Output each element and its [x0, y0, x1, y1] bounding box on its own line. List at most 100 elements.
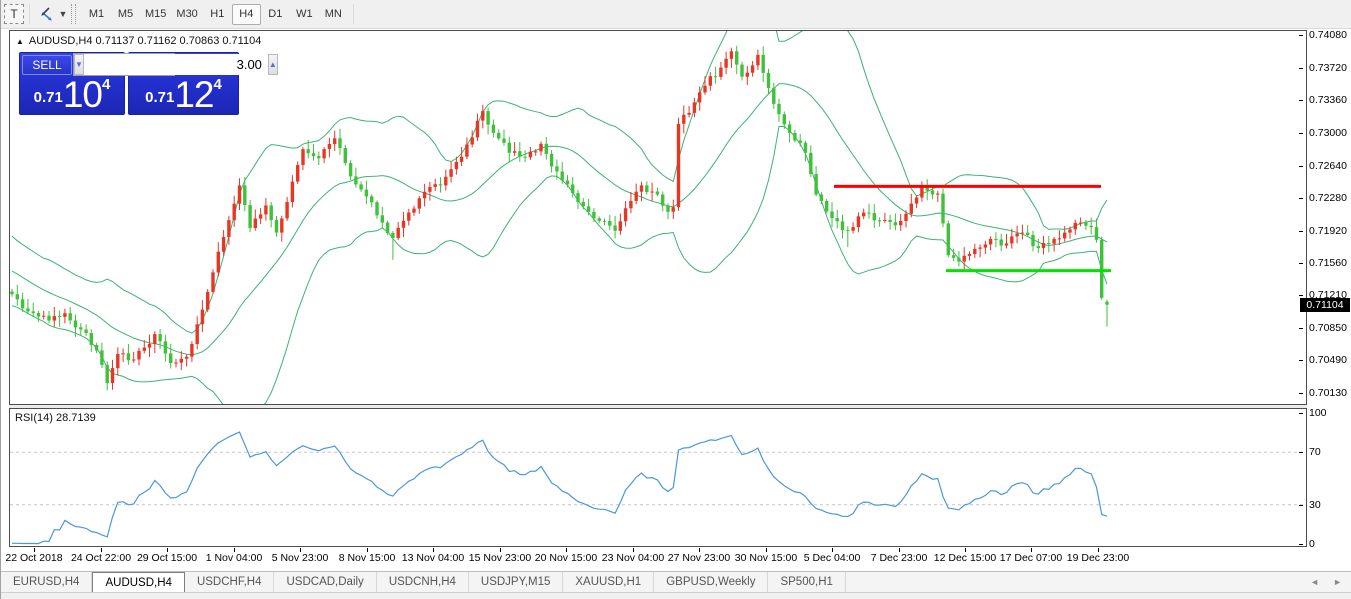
bid-price-prefix: 0.71	[34, 89, 63, 106]
volume-widget: ▼ ▲	[73, 53, 175, 76]
price-axis-label: 0.70850	[1304, 322, 1350, 334]
rsi-axis-label: 100	[1304, 407, 1350, 419]
time-axis-label: 27 Nov 23:00	[668, 552, 730, 564]
arrows-tool-icon[interactable]	[35, 4, 57, 24]
time-axis-label: 20 Nov 15:00	[535, 552, 597, 564]
time-axis-tick	[899, 548, 900, 552]
rsi-axis-tick	[1299, 413, 1303, 414]
tab-scroll-left-icon[interactable]: ◄	[1310, 577, 1319, 587]
chart-tab-usdcad[interactable]: USDCAD,Daily	[274, 572, 376, 592]
chart-tab-sp500[interactable]: SP500,H1	[768, 572, 845, 592]
time-axis-label: 17 Dec 07:00	[1000, 552, 1062, 564]
time-axis-tick	[566, 548, 567, 552]
rsi-axis-tick	[1299, 505, 1303, 506]
time-axis-label: 22 Oct 2018	[5, 552, 62, 564]
timeframe-button-h4[interactable]: H4	[232, 4, 261, 25]
chart-tab-usdcnh[interactable]: USDCNH,H4	[377, 572, 469, 592]
timeframe-button-d1[interactable]: D1	[261, 4, 290, 25]
time-axis-tick	[500, 548, 501, 552]
time-axis-label: 7 Dec 23:00	[871, 552, 928, 564]
time-axis-tick	[633, 548, 634, 552]
timeframe-button-m1[interactable]: M1	[82, 4, 111, 25]
chart-tab-eurusd[interactable]: EURUSD,H4	[1, 572, 92, 592]
chart-tab-audusd[interactable]: AUDUSD,H4	[92, 572, 184, 592]
arrows-icon-glyph	[38, 6, 54, 22]
mt4-window: T ▼ M1M5M15M30H1H4D1W1MN ▲ AUDUSD,H4 0.7…	[0, 0, 1351, 599]
time-axis-label: 1 Nov 04:00	[206, 552, 263, 564]
price-axis-label: 0.71920	[1304, 225, 1350, 237]
chart-tab-bar: EURUSD,H4AUDUSD,H4USDCHF,H4USDCAD,DailyU…	[1, 571, 1351, 592]
ask-price-big: 12	[174, 78, 213, 111]
time-axis-tick	[1031, 548, 1032, 552]
time-axis-label: 8 Nov 15:00	[339, 552, 396, 564]
rsi-chart	[10, 409, 1306, 546]
ask-price-prefix: 0.71	[145, 89, 174, 106]
current-price-tag: 0.71104	[1300, 298, 1350, 312]
price-axis-label: 0.73720	[1304, 62, 1350, 74]
main-chart-plot[interactable]: ▲ AUDUSD,H4 0.71137 0.71162 0.70863 0.71…	[9, 30, 1307, 405]
time-axis-label: 30 Nov 15:00	[735, 552, 797, 564]
rsi-axis-label: 0	[1304, 538, 1350, 550]
timeframe-button-m15[interactable]: M15	[140, 4, 171, 25]
price-axis-tick	[1299, 198, 1303, 199]
time-axis-label: 5 Dec 04:00	[804, 552, 861, 564]
volume-down-icon[interactable]: ▼	[74, 54, 84, 75]
price-axis-label: 0.71560	[1304, 257, 1350, 269]
chart-tab-usdchf[interactable]: USDCHF,H4	[185, 572, 275, 592]
chart-tab-xauusd[interactable]: XAUUSD,H1	[563, 572, 654, 592]
timeframe-button-m5[interactable]: M5	[111, 4, 140, 25]
price-axis-tick	[1299, 393, 1303, 394]
timeframe-button-mn[interactable]: MN	[319, 4, 348, 25]
time-axis-label: 15 Nov 23:00	[469, 552, 531, 564]
timeframe-group: M1M5M15M30H1H4D1W1MN	[82, 4, 348, 25]
price-axis-tick	[1299, 166, 1303, 167]
rsi-axis-label: 70	[1304, 446, 1350, 458]
chart-tab-gbpusd[interactable]: GBPUSD,Weekly	[654, 572, 768, 592]
time-axis-label: 13 Nov 04:00	[402, 552, 464, 564]
time-axis-label: 5 Nov 23:00	[272, 552, 329, 564]
dropdown-caret-icon[interactable]: ▼	[57, 4, 69, 24]
text-tool-icon[interactable]: T	[4, 4, 24, 24]
price-axis-tick	[1299, 360, 1303, 361]
bid-price-sup: 4	[102, 76, 110, 93]
chart-tab-usdjpy[interactable]: USDJPY,M15	[469, 572, 563, 592]
time-axis-label: 19 Dec 23:00	[1067, 552, 1129, 564]
rsi-axis-tick	[1299, 452, 1303, 453]
toolbar-separator-2	[353, 4, 354, 24]
time-axis-tick	[832, 548, 833, 552]
price-axis-label: 0.73360	[1304, 94, 1350, 106]
timeframe-button-w1[interactable]: W1	[290, 4, 319, 25]
toolbar: T ▼ M1M5M15M30H1H4D1W1MN	[1, 0, 1351, 29]
bid-price: 0.71 10 4	[20, 76, 124, 111]
rsi-panel[interactable]: RSI(14) 28.7139	[9, 408, 1307, 547]
collapse-triangle-icon[interactable]: ▲	[16, 37, 24, 46]
price-axis-label: 0.72640	[1304, 160, 1350, 172]
one-click-trading-panel: SELL 0.71 10 4 BUY 0.71 12 4	[19, 52, 239, 115]
time-axis-label: 29 Oct 15:00	[137, 552, 197, 564]
volume-up-icon[interactable]: ▲	[268, 54, 278, 75]
rsi-axis-label: 30	[1304, 499, 1350, 511]
time-axis-label: 24 Oct 22:00	[71, 552, 131, 564]
text-tool-label: T	[10, 7, 17, 21]
time-axis-label: 12 Dec 15:00	[934, 552, 996, 564]
rsi-indicator-label: RSI(14) 28.7139	[15, 412, 96, 424]
time-axis-tick	[367, 548, 368, 552]
price-axis-tick	[1299, 231, 1303, 232]
timeframe-button-m30[interactable]: M30	[171, 4, 202, 25]
ask-price: 0.71 12 4	[129, 76, 238, 111]
sell-button[interactable]: SELL	[22, 55, 72, 75]
timeframe-button-h1[interactable]: H1	[203, 4, 232, 25]
time-axis-tick	[34, 548, 35, 552]
toolbar-grip[interactable]	[71, 4, 76, 24]
time-axis-tick	[699, 548, 700, 552]
quote-header: ▲ AUDUSD,H4 0.71137 0.71162 0.70863 0.71…	[16, 35, 261, 47]
volume-input[interactable]	[84, 54, 268, 75]
time-axis-label: 23 Nov 04:00	[602, 552, 664, 564]
price-axis-tick	[1299, 263, 1303, 264]
time-axis-tick	[766, 548, 767, 552]
price-axis-label: 0.73000	[1304, 127, 1350, 139]
price-axis-tick	[1299, 68, 1303, 69]
time-axis-tick	[433, 548, 434, 552]
price-axis-label: 0.70490	[1304, 354, 1350, 366]
tab-scroll-right-icon[interactable]: ►	[1333, 577, 1342, 587]
